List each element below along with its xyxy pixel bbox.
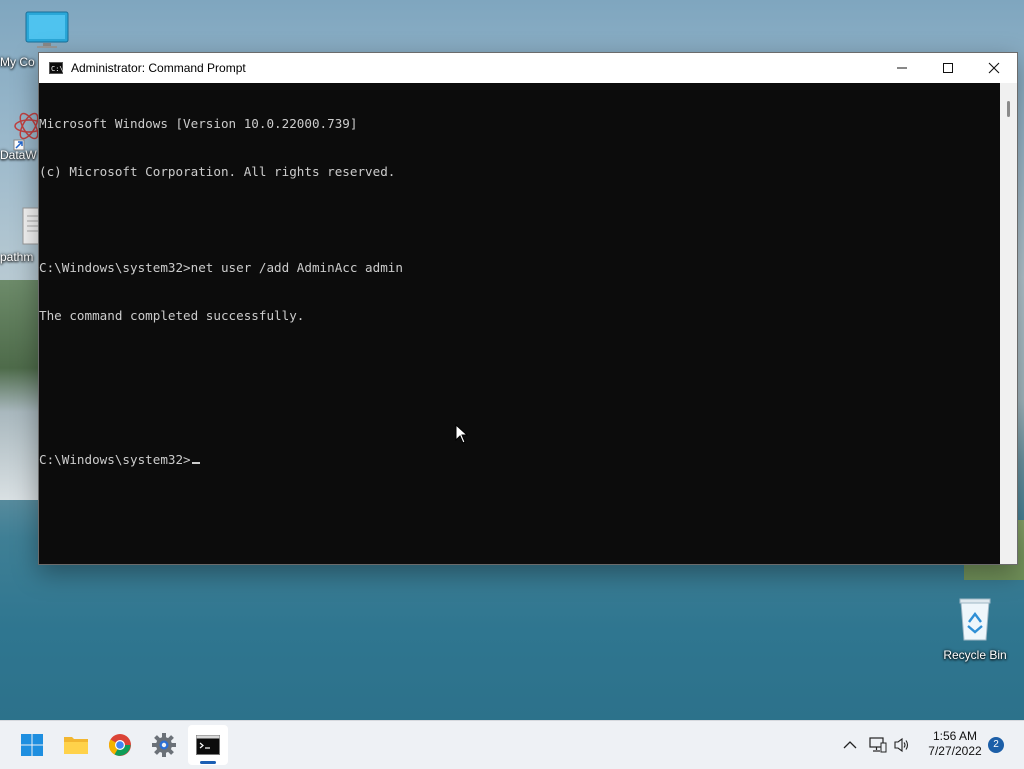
console-line: (c) Microsoft Corporation. All rights re… [39,164,396,179]
close-button[interactable] [971,53,1017,83]
maximize-icon [943,63,953,73]
console-line: Microsoft Windows [Version 10.0.22000.73… [39,116,358,131]
console-line: C:\Windows\system32>net user /add AdminA… [39,260,403,275]
volume-button[interactable] [890,725,914,765]
chevron-up-icon [843,741,857,749]
windows-start-icon [21,734,43,756]
console-line: The command completed successfully. [39,308,305,323]
network-icon [869,737,887,753]
taskbar-file-explorer[interactable] [56,725,96,765]
command-prompt-window[interactable]: C:\ Administrator: Command Prompt Micros… [38,52,1018,565]
clock-time: 1:56 AM [932,729,978,743]
console-prompt: C:\Windows\system32> [39,452,191,467]
minimize-button[interactable] [879,53,925,83]
window-titlebar[interactable]: C:\ Administrator: Command Prompt [39,53,1017,83]
console-output[interactable]: Microsoft Windows [Version 10.0.22000.73… [39,83,999,564]
vertical-scrollbar[interactable] [1000,83,1017,564]
minimize-icon [897,67,907,69]
start-button[interactable] [12,725,52,765]
console-prompt-line[interactable]: C:\Windows\system32> [39,452,999,468]
show-hidden-icons-button[interactable] [830,725,870,765]
maximize-button[interactable] [925,53,971,83]
monitor-icon [25,11,69,48]
window-controls [879,53,1017,83]
mouse-pointer-icon [455,424,469,444]
clock-date: 7/27/2022 [928,744,982,758]
taskbar-command-prompt[interactable] [188,725,228,765]
desktop-icon-label: Recycle Bin [943,648,1007,662]
network-status-button[interactable] [866,725,890,765]
taskbar: 1:56 AM 7/27/2022 [0,720,1024,769]
folder-icon [64,737,88,754]
desktop-icon-recycle-bin[interactable]: Recycle Bin [935,596,1015,662]
window-title: Administrator: Command Prompt [71,61,246,75]
text-cursor [191,462,200,464]
taskbar-clock[interactable]: 1:56 AM 7/27/2022 [918,729,992,759]
desktop: My Co DataW pathm Recycle Bin C:\ Admini… [0,0,1024,720]
chrome-icon [109,734,131,756]
gear-icon [152,733,176,757]
taskbar-settings[interactable] [144,725,184,765]
close-icon [988,62,1000,74]
active-app-indicator [200,761,216,764]
taskbar-chrome[interactable] [100,725,140,765]
speaker-icon [894,737,909,753]
terminal-icon: C:\ [49,62,64,74]
recycle-bin-icon [959,598,991,641]
terminal-icon [196,735,220,755]
notification-badge[interactable]: 2 [988,737,1004,753]
scrollbar-thumb[interactable] [1007,101,1010,117]
